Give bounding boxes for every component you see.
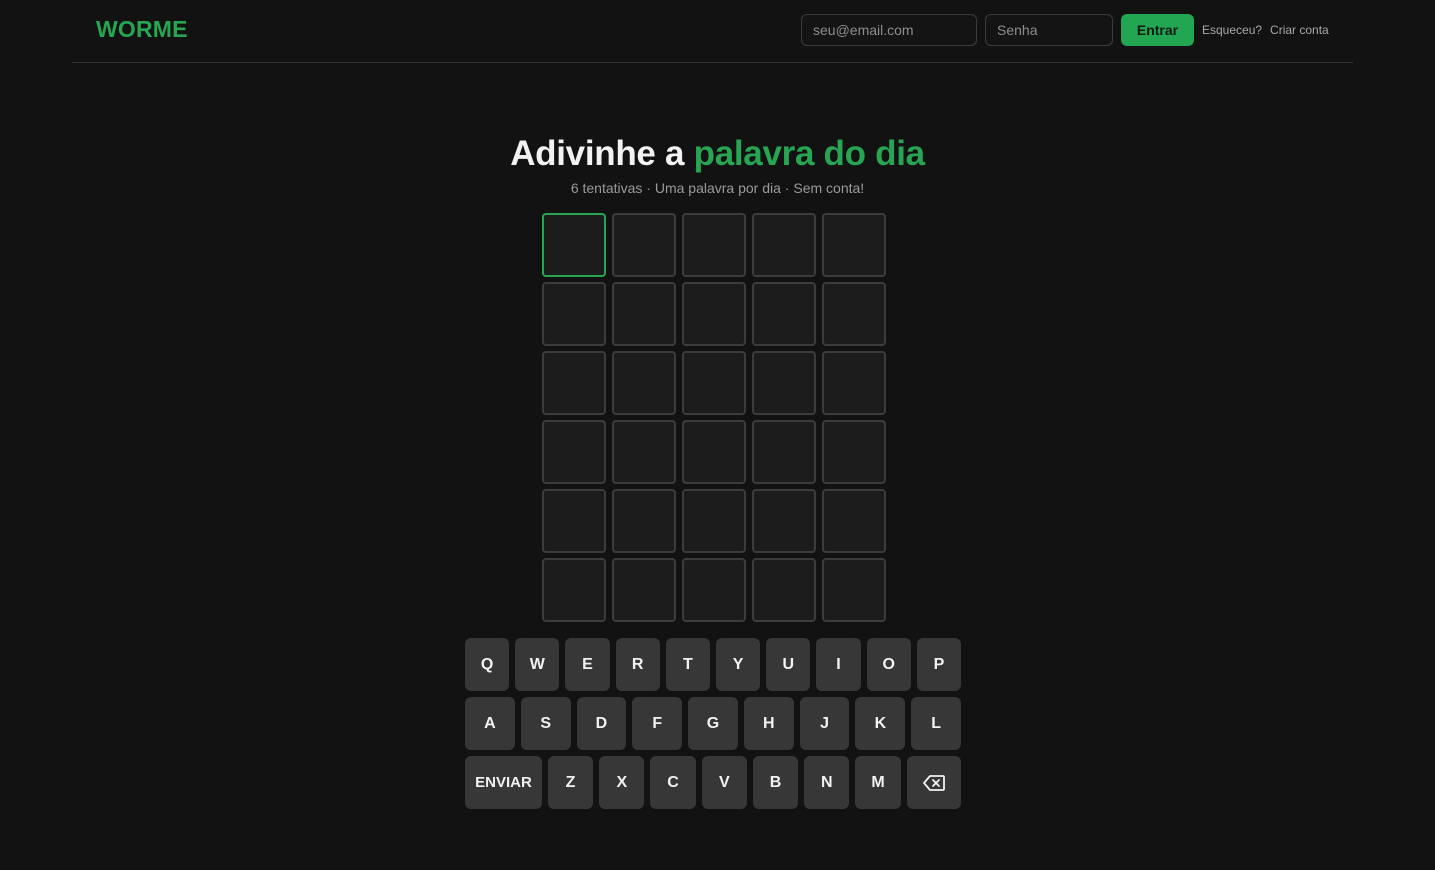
- key-u[interactable]: U: [766, 638, 811, 691]
- title-prefix: Adivinhe a: [510, 134, 685, 173]
- board-tile: [752, 282, 816, 346]
- logo[interactable]: WORME: [96, 16, 188, 43]
- key-o[interactable]: O: [866, 638, 911, 691]
- board-tile: [612, 420, 676, 484]
- board-tile: [752, 420, 816, 484]
- board-tile: [752, 213, 816, 277]
- board-tile: [822, 558, 886, 622]
- key-m[interactable]: M: [855, 756, 901, 809]
- page-title: Adivinhe a palavra do dia: [0, 134, 1435, 174]
- password-field[interactable]: [985, 14, 1113, 46]
- board-tile: [822, 420, 886, 484]
- board-tile: [542, 213, 606, 277]
- board-tile: [682, 282, 746, 346]
- board-tile: [822, 213, 886, 277]
- key-s[interactable]: S: [520, 697, 571, 750]
- key-g[interactable]: G: [688, 697, 738, 750]
- key-t[interactable]: T: [665, 638, 711, 691]
- board-tile: [682, 558, 746, 622]
- board-tile: [682, 489, 746, 553]
- board-tile: [822, 282, 886, 346]
- keyboard-row: ASDFGHJKL: [465, 697, 962, 750]
- backspace-key[interactable]: [906, 756, 961, 809]
- enter-key[interactable]: ENVIAR: [465, 756, 542, 809]
- forgot-password-link[interactable]: Esqueceu?: [1202, 23, 1262, 37]
- board-tile: [542, 351, 606, 415]
- keyboard-row: ENVIAR Z X C V B N M: [465, 756, 961, 809]
- key-a[interactable]: A: [465, 697, 515, 750]
- email-field[interactable]: [801, 14, 977, 46]
- board-tile: [682, 213, 746, 277]
- keyboard-row: QWERTYUIOP: [465, 638, 962, 691]
- key-r[interactable]: R: [615, 638, 660, 691]
- subtitle: 6 tentativas · Uma palavra por dia · Sem…: [570, 180, 865, 196]
- key-h[interactable]: H: [743, 697, 794, 750]
- board-tile: [612, 489, 676, 553]
- key-w[interactable]: W: [515, 638, 560, 691]
- key-j[interactable]: J: [799, 697, 850, 750]
- board-tile: [542, 558, 606, 622]
- board-tile: [752, 489, 816, 553]
- key-q[interactable]: Q: [465, 638, 510, 691]
- create-account-link[interactable]: Criar conta: [1270, 23, 1329, 37]
- board-tile: [612, 558, 676, 622]
- key-e[interactable]: E: [565, 638, 610, 691]
- board-tile: [542, 420, 606, 484]
- board-tile: [682, 420, 746, 484]
- board-tile: [542, 489, 606, 553]
- key-d[interactable]: D: [576, 697, 627, 750]
- board-tile: [542, 282, 606, 346]
- key-f[interactable]: F: [632, 697, 683, 750]
- board-tile: [822, 351, 886, 415]
- backspace-icon: [922, 774, 945, 791]
- board-tile: [612, 213, 676, 277]
- key-l[interactable]: L: [911, 697, 962, 750]
- key-p[interactable]: P: [916, 638, 962, 691]
- key-z[interactable]: Z: [547, 756, 594, 809]
- on-screen-keyboard: Q W E R T Y U I O P A S D F G H J K L ENVIAR Z X C V B N M: [465, 638, 962, 815]
- key-i[interactable]: I: [816, 638, 861, 691]
- key-v[interactable]: V: [701, 756, 747, 809]
- key-c[interactable]: C: [650, 756, 696, 809]
- top-bar: WORME Entrar Esqueceu? Criar conta: [72, 0, 1353, 63]
- board-tile: [612, 282, 676, 346]
- board-tile: [682, 351, 746, 415]
- title-highlight: palavra do dia: [693, 134, 925, 173]
- board-tile: [822, 489, 886, 553]
- key-b[interactable]: B: [752, 756, 799, 809]
- key-x[interactable]: X: [599, 756, 645, 809]
- board-tile: [752, 558, 816, 622]
- guess-board: [542, 213, 886, 622]
- login-button[interactable]: Entrar: [1121, 14, 1194, 46]
- key-n[interactable]: N: [804, 756, 850, 809]
- key-k[interactable]: K: [855, 697, 906, 750]
- board-tile: [752, 351, 816, 415]
- key-y[interactable]: Y: [716, 638, 761, 691]
- board-tile: [612, 351, 676, 415]
- login-form: Entrar Esqueceu? Criar conta: [801, 14, 1329, 46]
